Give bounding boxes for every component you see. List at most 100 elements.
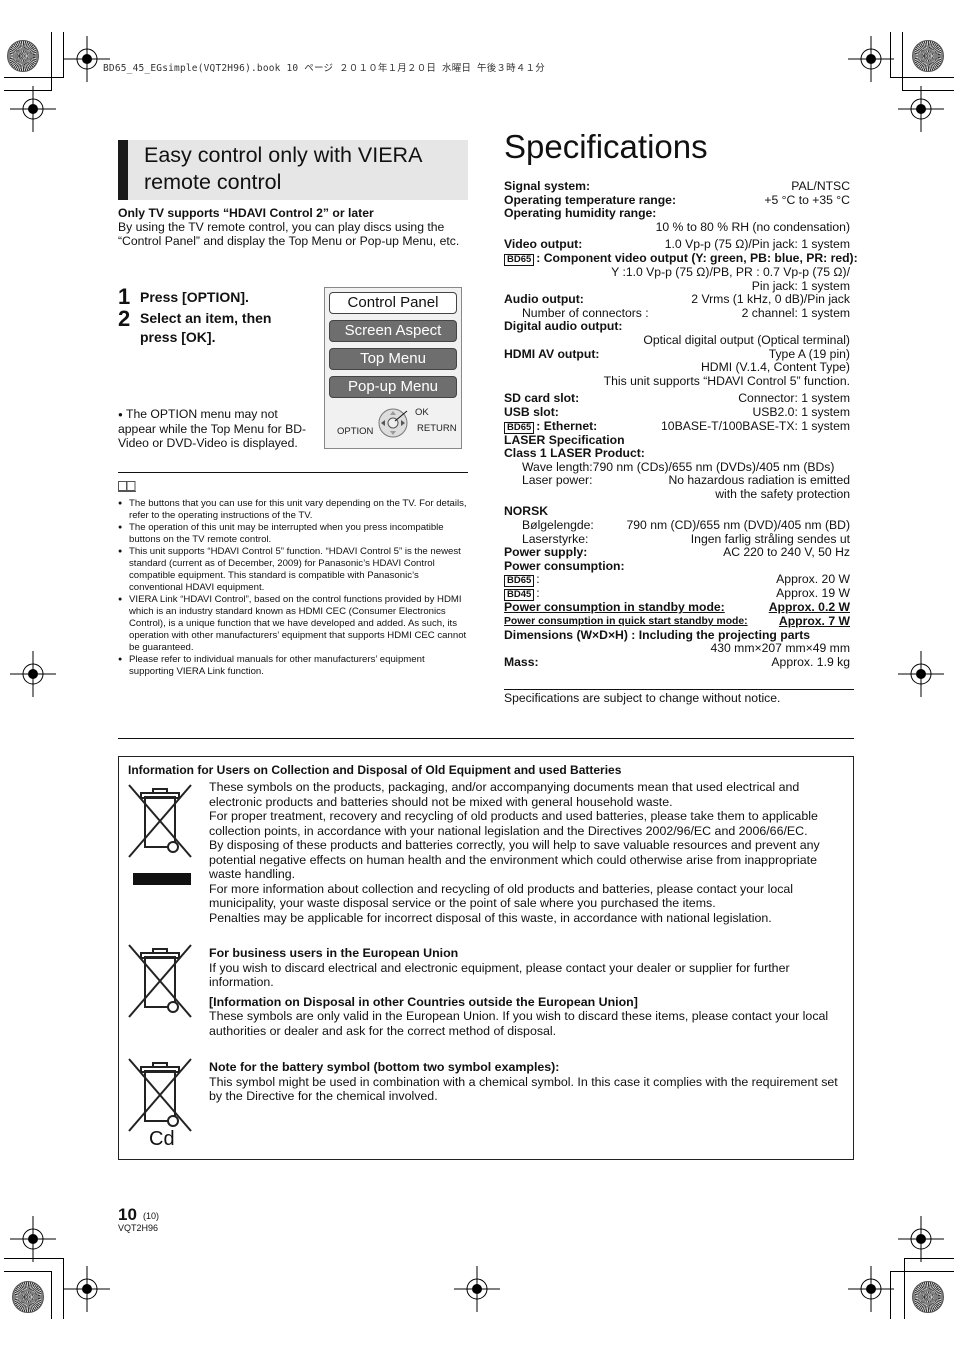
registration-target-icon [898, 86, 944, 132]
crop-mark [51, 32, 52, 90]
registration-target-icon [64, 1266, 110, 1312]
spec-dimensions: Dimensions (W×D×H) : Including the proje… [504, 627, 811, 642]
disposal-general-text: These symbols on the products, packaging… [209, 780, 820, 925]
spec-component-value: Y :1.0 Vp-p (75 Ω)/PB, PR : 0.7 Vp-p (75… [611, 264, 850, 279]
crossed-bin-icon [128, 944, 192, 1018]
option-menu-panel: Control Panel Screen Aspect Top Menu Pop… [324, 287, 462, 449]
registration-target-icon [454, 1266, 500, 1312]
spec-dimensions-value: 430 mm×207 mm×49 mm [710, 641, 850, 656]
spec-laser-power: Laser power: No hazardous radiation is em… [522, 473, 850, 488]
spec-usb-slot: USB slot: USB2.0: 1 system [504, 404, 850, 419]
option-label: OPTION [337, 426, 374, 437]
remote-cursor-pad-icon [378, 408, 408, 438]
crop-mark [904, 1258, 905, 1319]
registration-target-icon [848, 1266, 894, 1312]
registration-target-icon [64, 36, 110, 82]
registration-burst-top-right [912, 40, 944, 72]
crossed-bin-icon [128, 784, 192, 858]
disposal-title: Information for Users on Collection and … [128, 763, 622, 777]
note-item: Please refer to individual manuals for o… [118, 654, 468, 678]
menu-item-screen-aspect[interactable]: Screen Aspect [329, 320, 457, 342]
section-title-bar [118, 140, 128, 200]
spec-standby: Power consumption in standby mode: Approx… [504, 600, 850, 615]
spec-component-value: Pin jack: 1 system [751, 278, 850, 293]
spec-bolgelengde: Bølgelengde: 790 nm (CD)/655 nm (DVD)/405… [522, 518, 850, 533]
spec-wavelength: Wave length:790 nm (CDs)/655 nm (DVDs)/4… [522, 459, 835, 474]
chemical-symbol: Cd [149, 1128, 175, 1150]
spec-video-output: Video output: 1.0 Vp-p (75 Ω)/Pin jack: 1… [504, 237, 850, 252]
step-1: 1 Press [OPTION]. [118, 284, 249, 309]
specifications-title: Specifications [504, 128, 708, 165]
disposal-battery-text: Note for the battery symbol (bottom two … [209, 1060, 838, 1103]
registration-target-icon [10, 86, 56, 132]
spec-component: BD65: Component video output (Y: green, … [504, 251, 858, 266]
crop-mark [890, 77, 954, 78]
spec-audio-output: Audio output: 2 Vrms (1 kHz, 0 dB)/Pin ja… [504, 292, 850, 307]
registration-target-icon [10, 651, 56, 697]
registration-target-icon [898, 651, 944, 697]
spec-sd-slot: SD card slot: Connector: 1 system [504, 391, 850, 406]
menu-item-control-panel[interactable]: Control Panel [329, 292, 457, 314]
spec-connectors: Number of connectors :2 channel: 1 syste… [522, 305, 850, 320]
crop-mark [51, 1271, 52, 1319]
steps: 1 Press [OPTION]. 2 Select an item, then p… [118, 284, 318, 347]
spec-ethernet: BD65: Ethernet: 10BASE-T/100BASE-TX: 1 sy… [504, 419, 850, 434]
spec-laser-heading: LASER Specification [504, 432, 625, 447]
spec-quick-standby: Power consumption in quick start standby… [504, 614, 850, 629]
spec-pc-bd45: BD45: Approx. 19 W [504, 587, 850, 602]
divider [118, 472, 468, 473]
section-title: Easy control only with VIERA remote cont… [144, 143, 422, 194]
disposal-business-text: For business users in the European Union… [209, 946, 829, 1038]
spec-laserstyrke: Laserstyrke: Ingen farlig stråling sendes… [522, 531, 850, 546]
page-number: 10 [118, 1205, 137, 1224]
spec-norsk: NORSK [504, 504, 549, 519]
book-note-icon [118, 481, 136, 492]
spec-power-consumption: Power consumption: [504, 558, 625, 573]
document-code: VQT2H96 [118, 1223, 159, 1233]
crop-mark [4, 77, 64, 78]
registration-target-icon [898, 1216, 944, 1262]
spec-power-supply: Power supply: AC 220 to 240 V, 50 Hz [504, 545, 850, 560]
crossed-bin-icon [128, 1058, 192, 1132]
print-header: BD65_45_EGsimple(VQT2H96).book 10 ページ ２０… [103, 63, 545, 74]
intro-heading: Only TV supports “HDAVI Control 2” or la… [118, 206, 374, 220]
spec-signal-system: Signal system: PAL/NTSC [504, 179, 850, 193]
crop-mark [890, 1271, 954, 1272]
spec-laser-power-value: with the safety protection [715, 486, 850, 501]
registration-burst-top-left [7, 40, 39, 72]
registration-target-icon [10, 1216, 56, 1262]
model-badge: BD65 [504, 421, 535, 434]
spec-humidity: Operating humidity range: [504, 206, 657, 221]
specifications-list: Signal system: PAL/NTSC Operating tempera… [504, 179, 858, 669]
spec-laser-class: Class 1 LASER Product: [504, 446, 645, 461]
model-badge: BD65 [504, 575, 535, 588]
spec-digital-audio-value: Optical digital output (Optical terminal… [643, 332, 850, 347]
crop-mark [902, 32, 903, 90]
divider [118, 738, 854, 739]
return-label: RETURN [417, 423, 457, 434]
model-badge: BD65 [504, 253, 535, 266]
option-note: ● The OPTION menu may not appear while t… [118, 407, 307, 450]
divider [504, 689, 854, 690]
crop-mark [4, 1271, 52, 1272]
black-bar-symbol [133, 873, 191, 885]
spec-mass: Mass: Approx. 1.9 kg [504, 654, 850, 669]
intro: Only TV supports “HDAVI Control 2” or la… [118, 206, 470, 248]
spec-digital-audio: Digital audio output: [504, 319, 623, 334]
disposal-info-box: Information for Users on Collection and … [118, 756, 854, 1160]
menu-item-top-menu[interactable]: Top Menu [329, 348, 457, 370]
note-item: VIERA Link “HDAVI Control”, based on the… [118, 594, 468, 654]
spec-pc-bd65: BD65: Approx. 20 W [504, 573, 850, 588]
menu-item-popup-menu[interactable]: Pop-up Menu [329, 376, 457, 398]
spec-humidity-value: 10 % to 80 % RH (no condensation) [655, 219, 850, 234]
registration-target-icon [848, 36, 894, 82]
intro-text: By using the TV remote control, you can … [118, 220, 460, 248]
spec-hdmi: HDMI AV output: Type A (19 pin) [504, 346, 850, 361]
spec-temperature: Operating temperature range: +5 °C to +35… [504, 192, 850, 207]
note-item: This unit supports “HDAVI Control 5” fun… [118, 546, 468, 594]
registration-burst-bottom-right [912, 1281, 944, 1313]
notes-list: The buttons that you can use for this un… [118, 498, 468, 678]
page-number-sub: (10) [143, 1211, 160, 1221]
ok-label: OK [415, 407, 429, 418]
specifications-footnote: Specifications are subject to change wit… [504, 691, 781, 705]
